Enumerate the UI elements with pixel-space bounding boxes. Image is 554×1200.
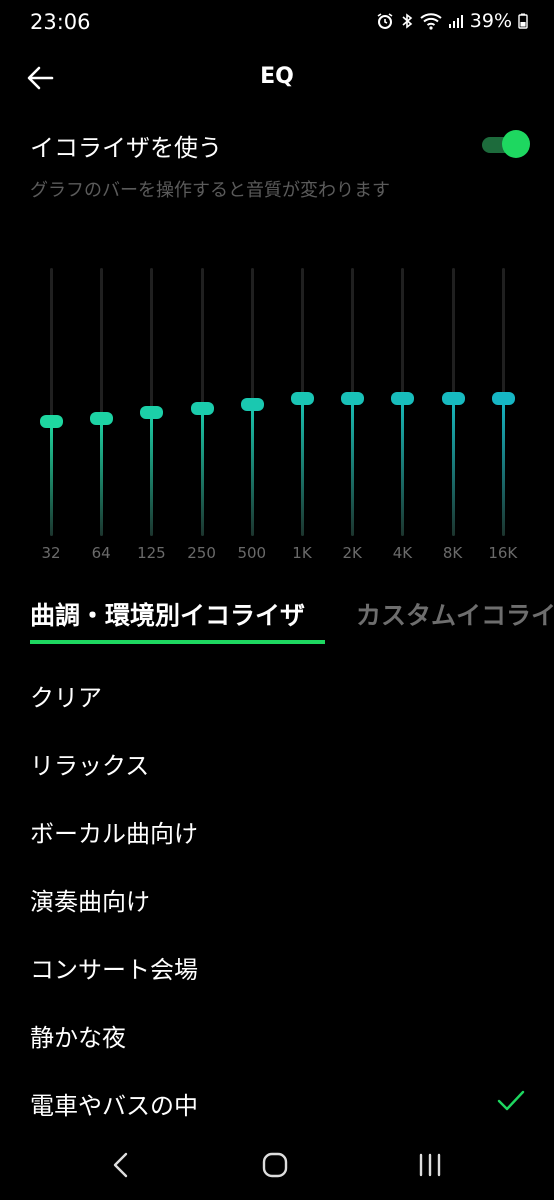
eq-band-fill: [351, 398, 355, 536]
preset-label: クリア: [30, 684, 102, 712]
eq-band-8k[interactable]: 8K: [433, 264, 473, 564]
eq-band-1k[interactable]: 1K: [282, 264, 322, 564]
eq-band-fill: [50, 422, 53, 536]
bluetooth-icon: [400, 12, 414, 30]
eq-band-fill: [200, 408, 204, 536]
eq-band-32[interactable]: 32: [31, 264, 71, 564]
equalizer-hint: グラフのバーを操作すると音質が変わります: [30, 180, 390, 201]
tab-custom-equalizer[interactable]: カスタムイコライザ: [356, 596, 554, 632]
preset-item[interactable]: 静かな夜: [0, 1004, 554, 1064]
preset-item[interactable]: クリア: [0, 664, 554, 724]
preset-item[interactable]: 演奏曲向け: [0, 868, 554, 928]
equalizer-toggle-row[interactable]: イコライザを使う: [30, 126, 530, 166]
eq-band-125[interactable]: 125: [131, 264, 171, 564]
nav-home-icon[interactable]: [262, 1152, 288, 1178]
eq-band-fill: [401, 398, 405, 536]
eq-band-fill: [250, 404, 254, 536]
eq-band-16k[interactable]: 16K: [483, 264, 523, 564]
wifi-icon: [420, 12, 442, 30]
eq-band-64[interactable]: 64: [81, 264, 121, 564]
preset-item[interactable]: コンサート会場: [0, 936, 554, 996]
eq-band-knob[interactable]: [190, 401, 214, 415]
eq-band-fill: [100, 418, 104, 536]
eq-band-knob[interactable]: [90, 411, 114, 425]
preset-label: ボーカル曲向け: [30, 820, 198, 848]
app-bar: EQ: [0, 50, 554, 106]
preset-tabs: 曲調・環境別イコライザ カスタムイコライザ: [0, 596, 554, 648]
eq-band-fill: [451, 398, 455, 536]
tab-genre-environment[interactable]: 曲調・環境別イコライザ: [30, 596, 305, 632]
eq-band-2k[interactable]: 2K: [332, 264, 372, 564]
page-title: EQ: [260, 64, 294, 89]
eq-band-fill: [150, 412, 154, 536]
eq-band-knob[interactable]: [40, 415, 63, 429]
eq-band-label: 16K: [488, 544, 518, 562]
status-icons: 39%: [376, 10, 528, 32]
eq-band-fill: [501, 398, 505, 536]
alarm-icon: [376, 12, 394, 30]
eq-band-4k[interactable]: 4K: [382, 264, 422, 564]
system-nav-bar: [0, 1138, 554, 1200]
preset-label: 演奏曲向け: [30, 888, 150, 916]
equalizer-switch[interactable]: [482, 130, 530, 158]
preset-label: 電車やバスの中: [30, 1092, 198, 1120]
preset-label: 静かな夜: [30, 1024, 126, 1052]
eq-band-knob[interactable]: [140, 405, 164, 419]
eq-band-500[interactable]: 500: [232, 264, 272, 564]
preset-label: リラックス: [30, 752, 150, 780]
status-bar: 23:06 39%: [0, 0, 554, 44]
eq-band-fill: [301, 398, 304, 536]
equalizer-toggle-label: イコライザを使う: [30, 134, 222, 162]
preset-item[interactable]: ボーカル曲向け: [0, 800, 554, 860]
eq-band-knob[interactable]: [491, 391, 515, 405]
equalizer-graph: 32 64 125 250 500 1K 2K 4K 8K 16K: [0, 264, 554, 574]
nav-back-icon[interactable]: [108, 1150, 134, 1180]
nav-recents-icon[interactable]: [416, 1152, 444, 1178]
battery-percent: 39%: [469, 10, 512, 32]
battery-icon: [518, 13, 528, 29]
active-tab-indicator: [30, 640, 325, 644]
preset-item[interactable]: リラックス: [0, 732, 554, 792]
eq-band-knob[interactable]: [391, 391, 415, 405]
preset-label: コンサート会場: [30, 956, 198, 984]
eq-band-knob[interactable]: [291, 391, 314, 405]
eq-band-knob[interactable]: [441, 391, 465, 405]
eq-band-250[interactable]: 250: [182, 264, 222, 564]
signal-icon: [448, 13, 464, 29]
check-icon: [497, 1090, 525, 1111]
eq-band-knob[interactable]: [341, 391, 365, 405]
status-time: 23:06: [30, 10, 91, 34]
switch-thumb: [502, 130, 530, 158]
eq-band-knob[interactable]: [240, 397, 264, 411]
preset-item-selected[interactable]: 電車やバスの中: [0, 1072, 554, 1132]
